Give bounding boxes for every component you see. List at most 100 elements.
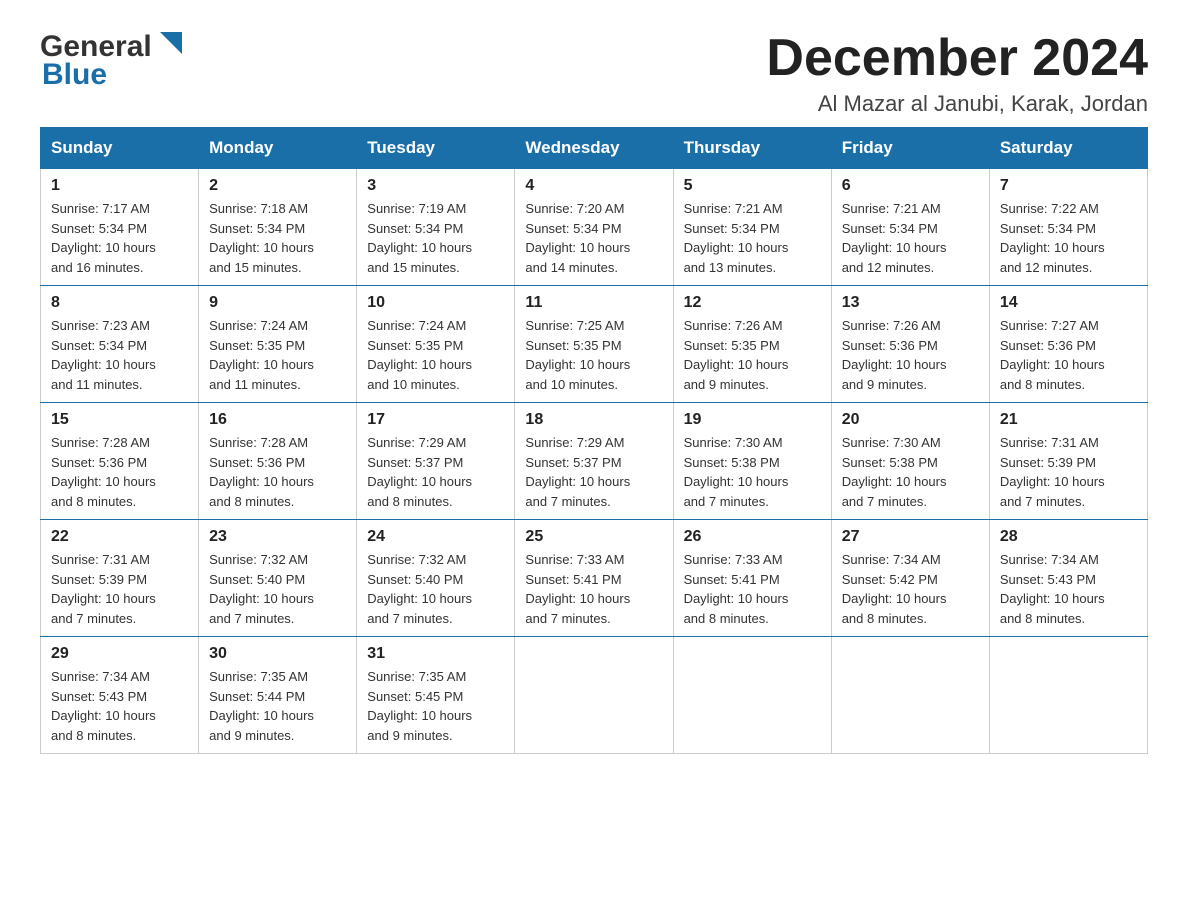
calendar-cell: 20 Sunrise: 7:30 AM Sunset: 5:38 PM Dayl… <box>831 403 989 520</box>
day-info: Sunrise: 7:35 AM Sunset: 5:44 PM Dayligh… <box>209 667 346 745</box>
calendar-cell: 22 Sunrise: 7:31 AM Sunset: 5:39 PM Dayl… <box>41 520 199 637</box>
day-number: 24 <box>367 528 504 546</box>
day-info: Sunrise: 7:20 AM Sunset: 5:34 PM Dayligh… <box>525 199 662 277</box>
calendar-cell: 9 Sunrise: 7:24 AM Sunset: 5:35 PM Dayli… <box>199 286 357 403</box>
day-number: 29 <box>51 645 188 663</box>
calendar-cell: 30 Sunrise: 7:35 AM Sunset: 5:44 PM Dayl… <box>199 637 357 754</box>
day-info: Sunrise: 7:34 AM Sunset: 5:42 PM Dayligh… <box>842 550 979 628</box>
day-info: Sunrise: 7:33 AM Sunset: 5:41 PM Dayligh… <box>684 550 821 628</box>
title-area: December 2024 Al Mazar al Janubi, Karak,… <box>766 30 1148 117</box>
day-info: Sunrise: 7:24 AM Sunset: 5:35 PM Dayligh… <box>367 316 504 394</box>
day-info: Sunrise: 7:25 AM Sunset: 5:35 PM Dayligh… <box>525 316 662 394</box>
calendar-cell: 24 Sunrise: 7:32 AM Sunset: 5:40 PM Dayl… <box>357 520 515 637</box>
day-info: Sunrise: 7:29 AM Sunset: 5:37 PM Dayligh… <box>525 433 662 511</box>
calendar-cell: 18 Sunrise: 7:29 AM Sunset: 5:37 PM Dayl… <box>515 403 673 520</box>
day-info: Sunrise: 7:17 AM Sunset: 5:34 PM Dayligh… <box>51 199 188 277</box>
calendar-cell: 26 Sunrise: 7:33 AM Sunset: 5:41 PM Dayl… <box>673 520 831 637</box>
col-sunday: Sunday <box>41 128 199 169</box>
calendar-cell: 21 Sunrise: 7:31 AM Sunset: 5:39 PM Dayl… <box>989 403 1147 520</box>
col-thursday: Thursday <box>673 128 831 169</box>
calendar-cell: 14 Sunrise: 7:27 AM Sunset: 5:36 PM Dayl… <box>989 286 1147 403</box>
day-info: Sunrise: 7:32 AM Sunset: 5:40 PM Dayligh… <box>367 550 504 628</box>
day-info: Sunrise: 7:18 AM Sunset: 5:34 PM Dayligh… <box>209 199 346 277</box>
calendar-week-row: 1 Sunrise: 7:17 AM Sunset: 5:34 PM Dayli… <box>41 169 1148 286</box>
day-number: 11 <box>525 294 662 312</box>
day-info: Sunrise: 7:22 AM Sunset: 5:34 PM Dayligh… <box>1000 199 1137 277</box>
day-info: Sunrise: 7:30 AM Sunset: 5:38 PM Dayligh… <box>842 433 979 511</box>
day-number: 27 <box>842 528 979 546</box>
day-number: 30 <box>209 645 346 663</box>
day-number: 20 <box>842 411 979 429</box>
day-info: Sunrise: 7:31 AM Sunset: 5:39 PM Dayligh… <box>51 550 188 628</box>
day-number: 2 <box>209 177 346 195</box>
calendar-cell: 2 Sunrise: 7:18 AM Sunset: 5:34 PM Dayli… <box>199 169 357 286</box>
calendar-cell: 11 Sunrise: 7:25 AM Sunset: 5:35 PM Dayl… <box>515 286 673 403</box>
day-info: Sunrise: 7:26 AM Sunset: 5:36 PM Dayligh… <box>842 316 979 394</box>
calendar-cell: 13 Sunrise: 7:26 AM Sunset: 5:36 PM Dayl… <box>831 286 989 403</box>
calendar-header: Sunday Monday Tuesday Wednesday Thursday… <box>41 128 1148 169</box>
calendar-cell: 17 Sunrise: 7:29 AM Sunset: 5:37 PM Dayl… <box>357 403 515 520</box>
calendar-table: Sunday Monday Tuesday Wednesday Thursday… <box>40 127 1148 754</box>
day-info: Sunrise: 7:34 AM Sunset: 5:43 PM Dayligh… <box>51 667 188 745</box>
calendar-cell: 8 Sunrise: 7:23 AM Sunset: 5:34 PM Dayli… <box>41 286 199 403</box>
calendar-cell: 16 Sunrise: 7:28 AM Sunset: 5:36 PM Dayl… <box>199 403 357 520</box>
calendar-cell: 27 Sunrise: 7:34 AM Sunset: 5:42 PM Dayl… <box>831 520 989 637</box>
day-number: 26 <box>684 528 821 546</box>
col-saturday: Saturday <box>989 128 1147 169</box>
page-header: General Blue December 2024 Al Mazar al J… <box>40 30 1148 117</box>
calendar-week-row: 29 Sunrise: 7:34 AM Sunset: 5:43 PM Dayl… <box>41 637 1148 754</box>
calendar-body: 1 Sunrise: 7:17 AM Sunset: 5:34 PM Dayli… <box>41 169 1148 754</box>
day-number: 19 <box>684 411 821 429</box>
col-friday: Friday <box>831 128 989 169</box>
day-number: 12 <box>684 294 821 312</box>
day-info: Sunrise: 7:21 AM Sunset: 5:34 PM Dayligh… <box>842 199 979 277</box>
calendar-cell <box>831 637 989 754</box>
calendar-cell: 29 Sunrise: 7:34 AM Sunset: 5:43 PM Dayl… <box>41 637 199 754</box>
day-number: 17 <box>367 411 504 429</box>
calendar-cell: 23 Sunrise: 7:32 AM Sunset: 5:40 PM Dayl… <box>199 520 357 637</box>
calendar-cell <box>989 637 1147 754</box>
calendar-cell: 25 Sunrise: 7:33 AM Sunset: 5:41 PM Dayl… <box>515 520 673 637</box>
calendar-cell: 5 Sunrise: 7:21 AM Sunset: 5:34 PM Dayli… <box>673 169 831 286</box>
col-tuesday: Tuesday <box>357 128 515 169</box>
day-number: 13 <box>842 294 979 312</box>
day-number: 1 <box>51 177 188 195</box>
location-subtitle: Al Mazar al Janubi, Karak, Jordan <box>766 91 1148 117</box>
col-wednesday: Wednesday <box>515 128 673 169</box>
calendar-cell: 12 Sunrise: 7:26 AM Sunset: 5:35 PM Dayl… <box>673 286 831 403</box>
col-monday: Monday <box>199 128 357 169</box>
calendar-week-row: 22 Sunrise: 7:31 AM Sunset: 5:39 PM Dayl… <box>41 520 1148 637</box>
day-info: Sunrise: 7:28 AM Sunset: 5:36 PM Dayligh… <box>209 433 346 511</box>
calendar-cell: 19 Sunrise: 7:30 AM Sunset: 5:38 PM Dayl… <box>673 403 831 520</box>
calendar-cell <box>673 637 831 754</box>
day-number: 14 <box>1000 294 1137 312</box>
calendar-cell: 15 Sunrise: 7:28 AM Sunset: 5:36 PM Dayl… <box>41 403 199 520</box>
day-number: 4 <box>525 177 662 195</box>
day-number: 22 <box>51 528 188 546</box>
calendar-cell: 7 Sunrise: 7:22 AM Sunset: 5:34 PM Dayli… <box>989 169 1147 286</box>
day-info: Sunrise: 7:27 AM Sunset: 5:36 PM Dayligh… <box>1000 316 1137 394</box>
day-number: 16 <box>209 411 346 429</box>
day-number: 9 <box>209 294 346 312</box>
day-info: Sunrise: 7:19 AM Sunset: 5:34 PM Dayligh… <box>367 199 504 277</box>
day-number: 3 <box>367 177 504 195</box>
calendar-cell <box>515 637 673 754</box>
day-number: 18 <box>525 411 662 429</box>
day-info: Sunrise: 7:29 AM Sunset: 5:37 PM Dayligh… <box>367 433 504 511</box>
logo-triangle-icon <box>160 32 182 54</box>
day-info: Sunrise: 7:31 AM Sunset: 5:39 PM Dayligh… <box>1000 433 1137 511</box>
logo-blue-text: Blue <box>42 58 107 92</box>
calendar-cell: 10 Sunrise: 7:24 AM Sunset: 5:35 PM Dayl… <box>357 286 515 403</box>
day-info: Sunrise: 7:30 AM Sunset: 5:38 PM Dayligh… <box>684 433 821 511</box>
logo-area: General Blue <box>40 30 182 92</box>
day-info: Sunrise: 7:26 AM Sunset: 5:35 PM Dayligh… <box>684 316 821 394</box>
day-number: 25 <box>525 528 662 546</box>
calendar-cell: 4 Sunrise: 7:20 AM Sunset: 5:34 PM Dayli… <box>515 169 673 286</box>
day-number: 15 <box>51 411 188 429</box>
calendar-cell: 6 Sunrise: 7:21 AM Sunset: 5:34 PM Dayli… <box>831 169 989 286</box>
day-info: Sunrise: 7:34 AM Sunset: 5:43 PM Dayligh… <box>1000 550 1137 628</box>
day-number: 31 <box>367 645 504 663</box>
calendar-week-row: 15 Sunrise: 7:28 AM Sunset: 5:36 PM Dayl… <box>41 403 1148 520</box>
day-number: 10 <box>367 294 504 312</box>
day-info: Sunrise: 7:35 AM Sunset: 5:45 PM Dayligh… <box>367 667 504 745</box>
